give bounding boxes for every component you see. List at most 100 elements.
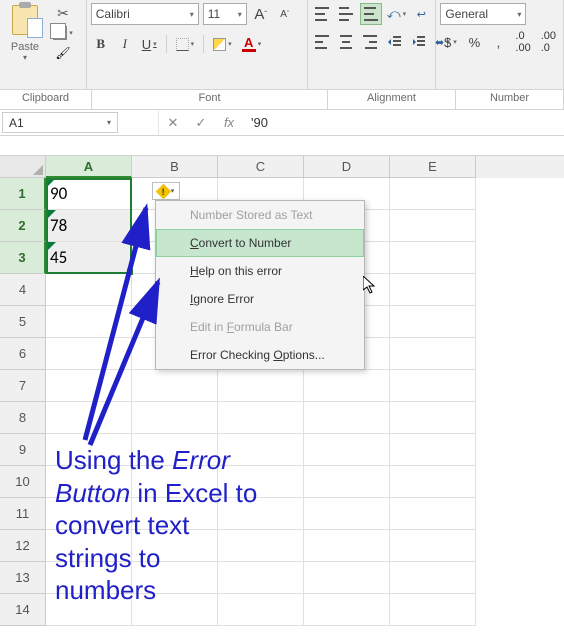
row-header[interactable]: 12 bbox=[0, 530, 46, 562]
align-center-button[interactable] bbox=[336, 31, 356, 53]
cell[interactable] bbox=[304, 530, 390, 562]
cell[interactable] bbox=[390, 594, 476, 626]
row-header[interactable]: 7 bbox=[0, 370, 46, 402]
align-middle-button[interactable] bbox=[336, 3, 356, 25]
dialog-launcher-icon[interactable] bbox=[444, 98, 452, 106]
cell[interactable] bbox=[390, 402, 476, 434]
cell[interactable] bbox=[218, 402, 304, 434]
row-header[interactable]: 2 bbox=[0, 210, 46, 242]
fx-button[interactable]: fx bbox=[215, 110, 243, 135]
cell[interactable] bbox=[304, 402, 390, 434]
comma-button[interactable]: , bbox=[488, 31, 508, 53]
paste-button[interactable]: Paste ▾ bbox=[4, 3, 46, 62]
currency-button[interactable]: $▾ bbox=[440, 31, 460, 53]
font-size-combo[interactable]: 11 ▾ bbox=[203, 3, 247, 25]
cell[interactable] bbox=[304, 370, 390, 402]
bold-button[interactable]: B bbox=[91, 33, 111, 55]
cell[interactable] bbox=[390, 306, 476, 338]
cell[interactable]: 78 bbox=[46, 210, 132, 242]
row-header[interactable]: 9 bbox=[0, 434, 46, 466]
dialog-launcher-icon[interactable] bbox=[316, 98, 324, 106]
cell[interactable] bbox=[46, 306, 132, 338]
name-box[interactable]: A1 ▾ bbox=[2, 112, 118, 133]
cut-button[interactable] bbox=[52, 4, 74, 22]
decrease-indent-button[interactable] bbox=[384, 31, 404, 53]
font-name-combo[interactable]: Calibri ▾ bbox=[91, 3, 199, 25]
menu-item-ignore[interactable]: Ignore Error bbox=[156, 285, 364, 313]
cell[interactable] bbox=[304, 594, 390, 626]
column-header[interactable]: A bbox=[46, 156, 132, 178]
dialog-launcher-icon[interactable] bbox=[552, 98, 560, 106]
cell[interactable] bbox=[218, 370, 304, 402]
column-header[interactable]: E bbox=[390, 156, 476, 178]
column-header[interactable]: D bbox=[304, 156, 390, 178]
row-header[interactable]: 10 bbox=[0, 466, 46, 498]
underline-button[interactable]: U▾ bbox=[139, 33, 160, 55]
italic-button[interactable]: I bbox=[115, 33, 135, 55]
formula-input[interactable] bbox=[243, 110, 564, 135]
enter-button[interactable]: ✓ bbox=[187, 110, 215, 135]
align-right-button[interactable] bbox=[360, 31, 380, 53]
cell[interactable] bbox=[46, 402, 132, 434]
dialog-launcher-icon[interactable] bbox=[80, 98, 88, 106]
cell[interactable] bbox=[390, 562, 476, 594]
cell[interactable] bbox=[390, 274, 476, 306]
row-header[interactable]: 11 bbox=[0, 498, 46, 530]
column-header[interactable]: C bbox=[218, 156, 304, 178]
row-header[interactable]: 3 bbox=[0, 242, 46, 274]
cell[interactable] bbox=[304, 466, 390, 498]
error-smarttag-button[interactable]: ▾ bbox=[152, 182, 180, 200]
font-color-button[interactable]: A ▾ bbox=[239, 33, 265, 55]
cell[interactable] bbox=[390, 434, 476, 466]
menu-item-error-options[interactable]: Error Checking Options... bbox=[156, 341, 364, 369]
grow-font-button[interactable]: Aˆ bbox=[251, 3, 271, 25]
cell[interactable] bbox=[390, 370, 476, 402]
select-all-corner[interactable] bbox=[0, 156, 46, 178]
cell[interactable] bbox=[304, 434, 390, 466]
number-format-combo[interactable]: General ▾ bbox=[440, 3, 526, 25]
increase-decimal-button[interactable]: .0.00 bbox=[512, 31, 533, 53]
align-left-button[interactable] bbox=[312, 31, 332, 53]
decrease-decimal-button[interactable]: .00.0 bbox=[538, 31, 559, 53]
cell[interactable] bbox=[132, 402, 218, 434]
row-header[interactable]: 1 bbox=[0, 178, 46, 210]
fill-color-button[interactable]: ▾ bbox=[210, 33, 235, 55]
wrap-text-button[interactable]: ↩ bbox=[411, 3, 431, 25]
cell[interactable] bbox=[46, 338, 132, 370]
chevron-down-icon: ▾ bbox=[234, 10, 242, 19]
cell[interactable] bbox=[390, 242, 476, 274]
cell[interactable] bbox=[390, 530, 476, 562]
percent-button[interactable]: % bbox=[464, 31, 484, 53]
shrink-font-button[interactable]: Aˇ bbox=[275, 3, 295, 25]
row-header[interactable]: 8 bbox=[0, 402, 46, 434]
cell[interactable] bbox=[132, 370, 218, 402]
cell[interactable] bbox=[390, 210, 476, 242]
cell[interactable] bbox=[390, 498, 476, 530]
cell[interactable]: 45 bbox=[46, 242, 132, 274]
cell[interactable] bbox=[46, 370, 132, 402]
cell[interactable] bbox=[390, 338, 476, 370]
cell[interactable]: 90 bbox=[46, 178, 132, 210]
column-header[interactable]: B bbox=[132, 156, 218, 178]
menu-item-help[interactable]: Help on this error bbox=[156, 257, 364, 285]
row-header[interactable]: 4 bbox=[0, 274, 46, 306]
cell[interactable] bbox=[304, 562, 390, 594]
row-header[interactable]: 14 bbox=[0, 594, 46, 626]
menu-item-convert-to-number[interactable]: CConvert to Numberonvert to Number bbox=[156, 229, 364, 257]
row-header[interactable]: 5 bbox=[0, 306, 46, 338]
orientation-button[interactable]: ⤺▾ bbox=[386, 3, 408, 25]
cancel-button[interactable]: ✕ bbox=[159, 110, 187, 135]
borders-button[interactable]: ▾ bbox=[173, 33, 198, 55]
ribbon: Paste ▾ ▾ Calibri ▾ 11 ▾ Aˆ bbox=[0, 0, 564, 90]
align-bottom-button[interactable] bbox=[360, 3, 381, 25]
increase-indent-button[interactable] bbox=[408, 31, 428, 53]
format-painter-button[interactable] bbox=[52, 44, 74, 62]
align-top-button[interactable] bbox=[312, 3, 332, 25]
copy-button[interactable]: ▾ bbox=[52, 24, 74, 42]
row-header[interactable]: 6 bbox=[0, 338, 46, 370]
cell[interactable] bbox=[390, 466, 476, 498]
cell[interactable] bbox=[390, 178, 476, 210]
cell[interactable] bbox=[46, 274, 132, 306]
row-header[interactable]: 13 bbox=[0, 562, 46, 594]
cell[interactable] bbox=[304, 498, 390, 530]
